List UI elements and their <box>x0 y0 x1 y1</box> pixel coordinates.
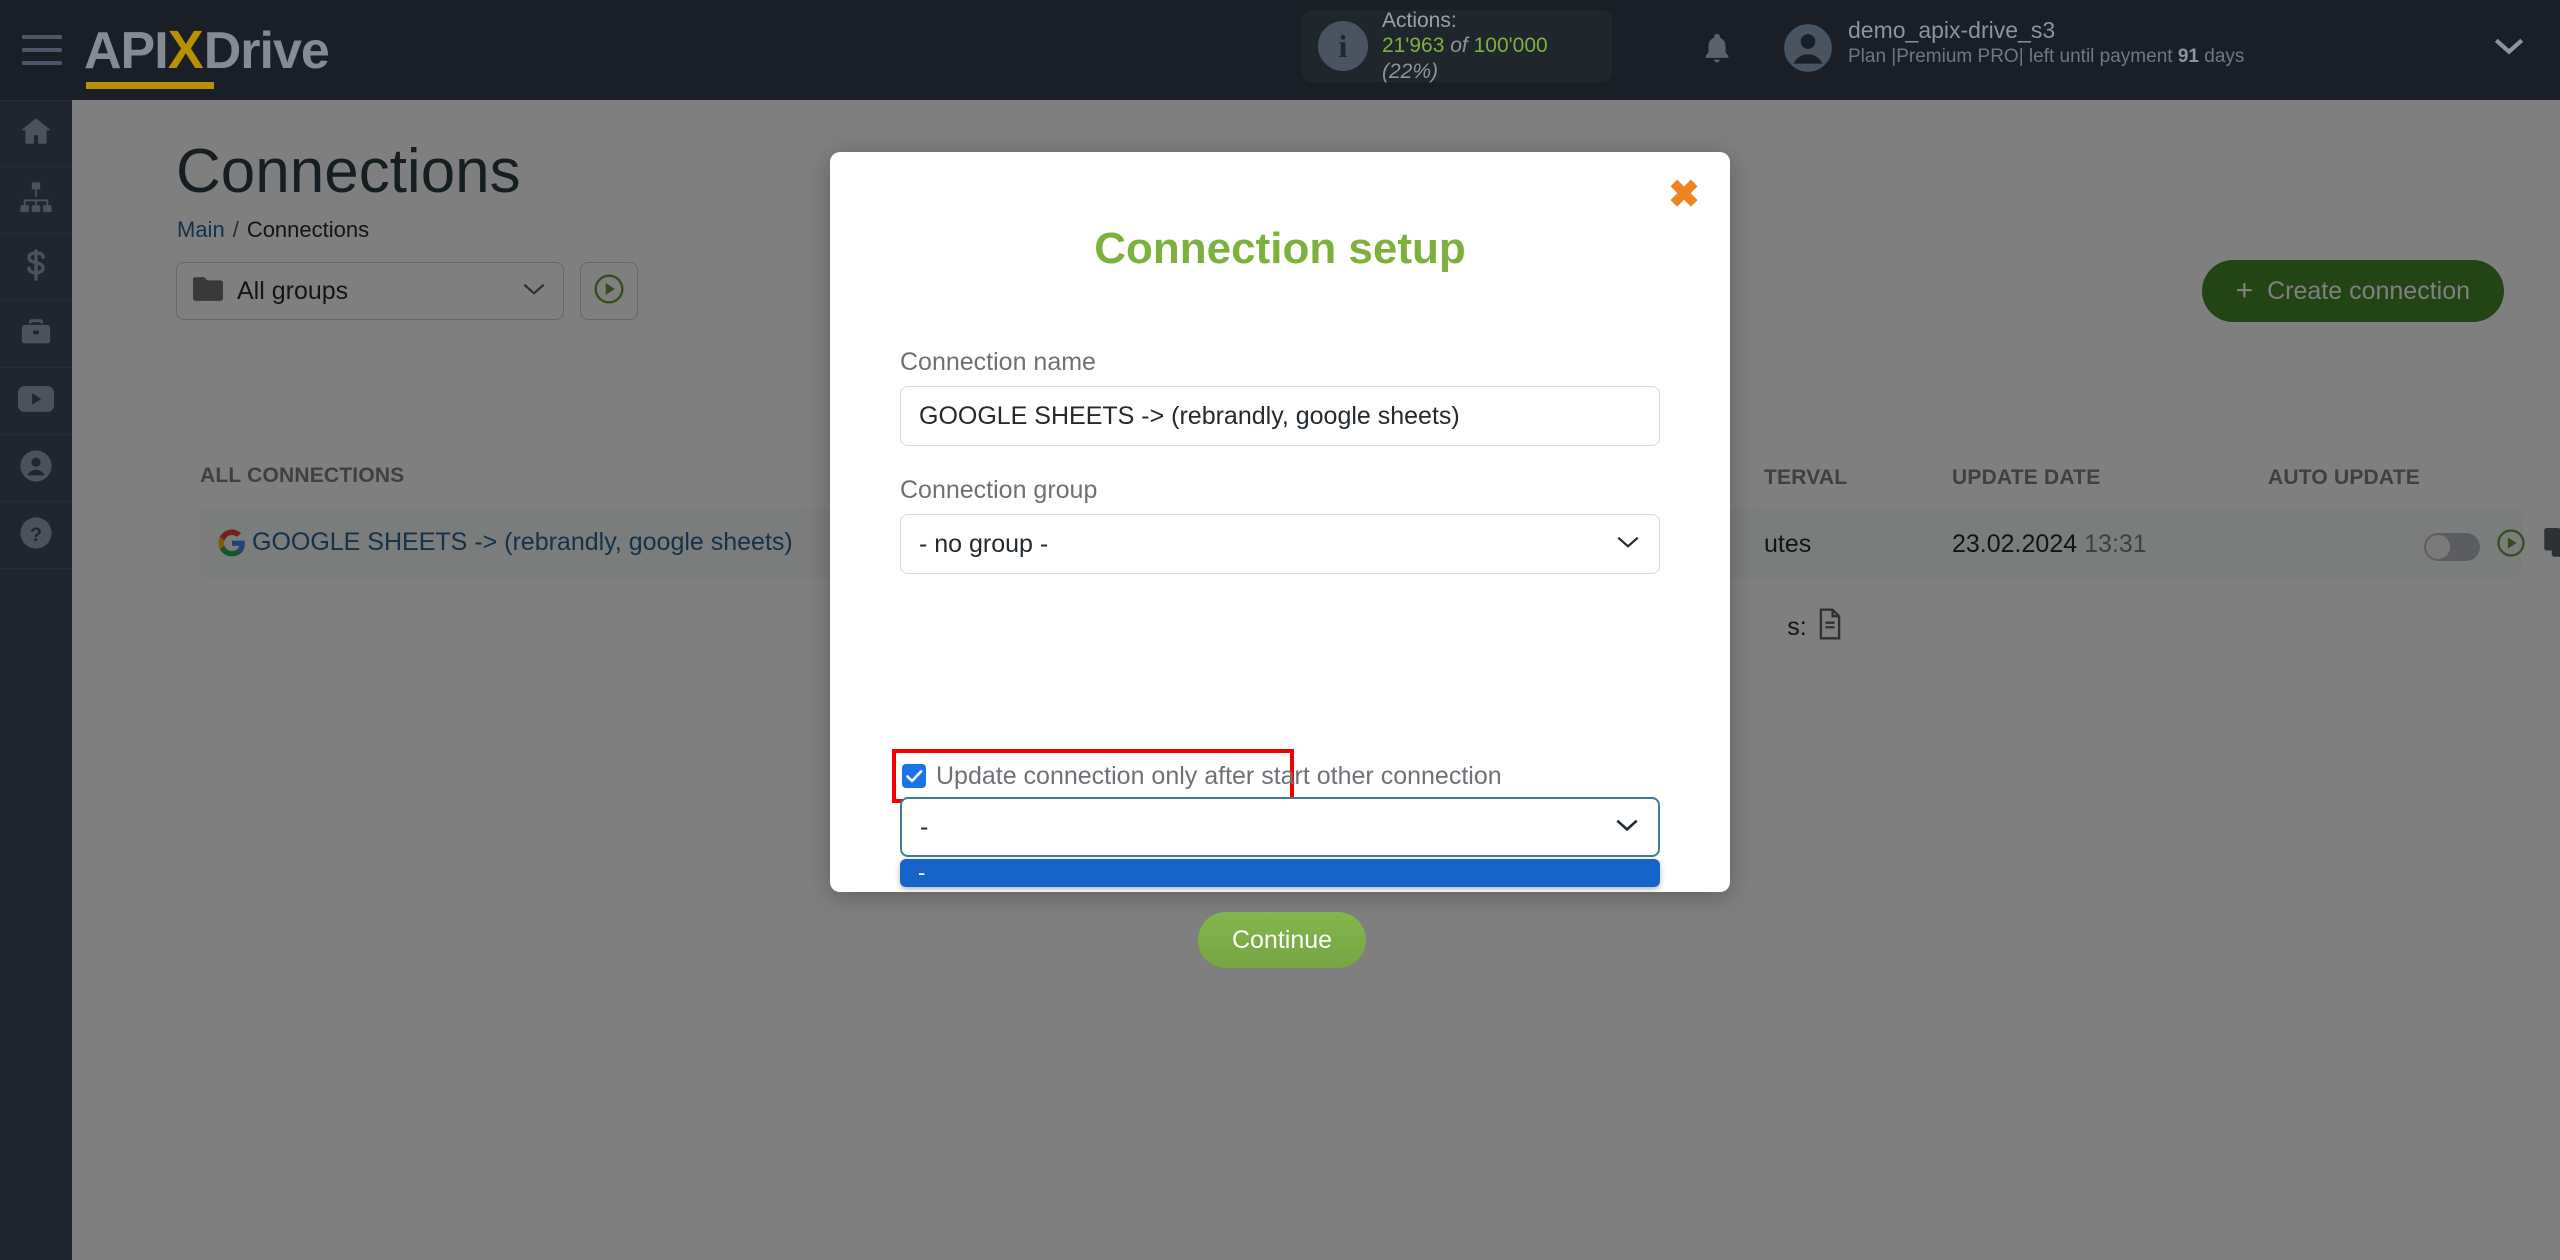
sidebar-item-billing[interactable] <box>0 234 72 301</box>
update-after-other-connection-checkbox[interactable] <box>902 764 926 788</box>
other-connection-dropdown-list: - <box>900 859 1660 887</box>
help-icon: ? <box>19 516 53 555</box>
hamburger-menu-icon[interactable] <box>22 35 62 65</box>
sidebar-item-help[interactable]: ? <box>0 502 72 569</box>
row-update-date: 23.02.2024 13:31 <box>1952 530 2147 559</box>
groups-filter-select[interactable]: All groups <box>176 262 564 320</box>
user-plan: Plan |Premium PRO| left until payment 91… <box>1848 45 2244 69</box>
copy-icon[interactable] <box>2544 528 2560 563</box>
sidebar: ? <box>0 100 72 1260</box>
user-name: demo_apix-drive_s3 <box>1848 17 2056 43</box>
chevron-down-icon <box>521 280 547 303</box>
update-after-other-connection-label: Update connection only after start other… <box>936 761 1502 790</box>
document-icon[interactable] <box>1817 608 1843 647</box>
connection-setup-modal: ✖ Connection setup Connection name Conne… <box>830 152 1730 968</box>
modal-title: Connection setup <box>1094 224 1466 273</box>
continue-button[interactable]: Continue <box>1198 912 1366 968</box>
info-icon: i <box>1318 21 1368 71</box>
actions-text: Actions: 21'963 of 100'000 (22%) <box>1382 8 1596 85</box>
logo-text-api: API <box>84 22 169 80</box>
person-icon <box>19 449 53 488</box>
other-connection-select[interactable]: - <box>900 797 1660 857</box>
close-icon[interactable]: ✖ <box>1668 176 1700 214</box>
home-icon <box>19 114 53 153</box>
breadcrumb: Main / Connections <box>177 217 369 243</box>
row-time-value: 13:31 <box>2084 530 2147 558</box>
breadcrumb-separator: / <box>232 217 239 242</box>
actions-total: 100'000 <box>1473 34 1548 58</box>
folder-icon <box>193 276 223 306</box>
user-plan-days: 91 <box>2177 46 2199 68</box>
connection-name-input[interactable] <box>900 386 1660 446</box>
dollar-icon <box>19 248 53 287</box>
user-info[interactable]: demo_apix-drive_s3 Plan |Premium PRO| le… <box>1848 16 2244 70</box>
auto-update-toggle[interactable] <box>2424 533 2480 561</box>
row-action-buttons <box>2496 528 2560 563</box>
breadcrumb-main-link[interactable]: Main <box>177 217 225 242</box>
sidebar-item-video[interactable] <box>0 368 72 435</box>
sidebar-item-connections[interactable] <box>0 167 72 234</box>
dropdown-option[interactable]: - <box>900 859 1660 887</box>
connection-group-select[interactable]: - no group - <box>900 514 1660 574</box>
row-interval: utes <box>1764 530 1812 558</box>
app-root: API X Drive i Actions: 21'963 of 100'000 (… <box>0 0 2560 1260</box>
page-title: Connections <box>176 137 521 206</box>
create-connection-button[interactable]: + Create connection <box>2201 260 2504 322</box>
breadcrumb-current: Connections <box>246 217 370 242</box>
svg-text:?: ? <box>30 523 42 545</box>
briefcase-icon <box>19 315 53 354</box>
column-header-auto-update: AUTO UPDATE <box>2268 466 2420 489</box>
connection-name-link[interactable]: GOOGLE SHEETS -> (rebrandly, google shee… <box>252 528 793 557</box>
actions-label: Actions: <box>1382 8 1457 32</box>
connection-name-label: Connection name <box>900 348 1096 376</box>
connection-group-label: Connection group <box>900 476 1098 504</box>
logo-underline <box>86 82 214 89</box>
plus-icon: + <box>2235 274 2254 307</box>
top-bar: API X Drive i Actions: 21'963 of 100'000 (… <box>0 0 2560 100</box>
chevron-down-icon[interactable] <box>2492 34 2526 63</box>
user-plan-prefix: Plan |Premium PRO| left until payment <box>1848 46 2178 68</box>
sidebar-item-home[interactable] <box>0 100 72 167</box>
sidebar-item-business[interactable] <box>0 301 72 368</box>
update-after-other-connection-row: Update connection only after start other… <box>892 749 1502 803</box>
sidebar-item-account[interactable] <box>0 435 72 502</box>
other-connection-value: - <box>920 812 929 841</box>
play-circle-icon[interactable] <box>2496 528 2526 563</box>
actions-of: of <box>1450 34 1468 58</box>
apix-drive-logo[interactable]: API X Drive <box>84 19 330 89</box>
actions-values: 21'963 of 100'000 (22%) <box>1382 33 1596 84</box>
logo-text-drive: Drive <box>203 22 330 80</box>
chevron-down-icon <box>1615 533 1641 556</box>
play-circle-icon <box>593 273 625 310</box>
sitemap-icon <box>19 181 53 220</box>
run-all-button[interactable] <box>580 262 638 320</box>
google-icon <box>218 529 246 562</box>
total-suffix-text: s: <box>1787 613 1807 641</box>
connection-group-value: - no group - <box>919 529 1049 558</box>
logo-text-x: X <box>167 20 204 80</box>
groups-filter-label: All groups <box>237 276 349 305</box>
all-connections-label: ALL CONNECTIONS <box>200 464 405 487</box>
row-date-value: 23.02.2024 <box>1952 530 2078 558</box>
column-header-interval: TERVAL <box>1764 466 1848 489</box>
notifications-bell-icon[interactable] <box>1700 28 1734 73</box>
youtube-icon <box>18 384 54 419</box>
create-connection-label: Create connection <box>2267 276 2470 305</box>
avatar[interactable] <box>1782 22 1834 79</box>
chevron-down-icon <box>1614 816 1640 839</box>
user-plan-suffix: days <box>2198 46 2245 68</box>
column-header-update-date: UPDATE DATE <box>1952 466 2101 489</box>
actions-quota-box[interactable]: i Actions: 21'963 of 100'000 (22%) <box>1302 8 1612 85</box>
actions-used: 21'963 <box>1382 34 1445 58</box>
actions-percent: (22%) <box>1382 59 1439 83</box>
